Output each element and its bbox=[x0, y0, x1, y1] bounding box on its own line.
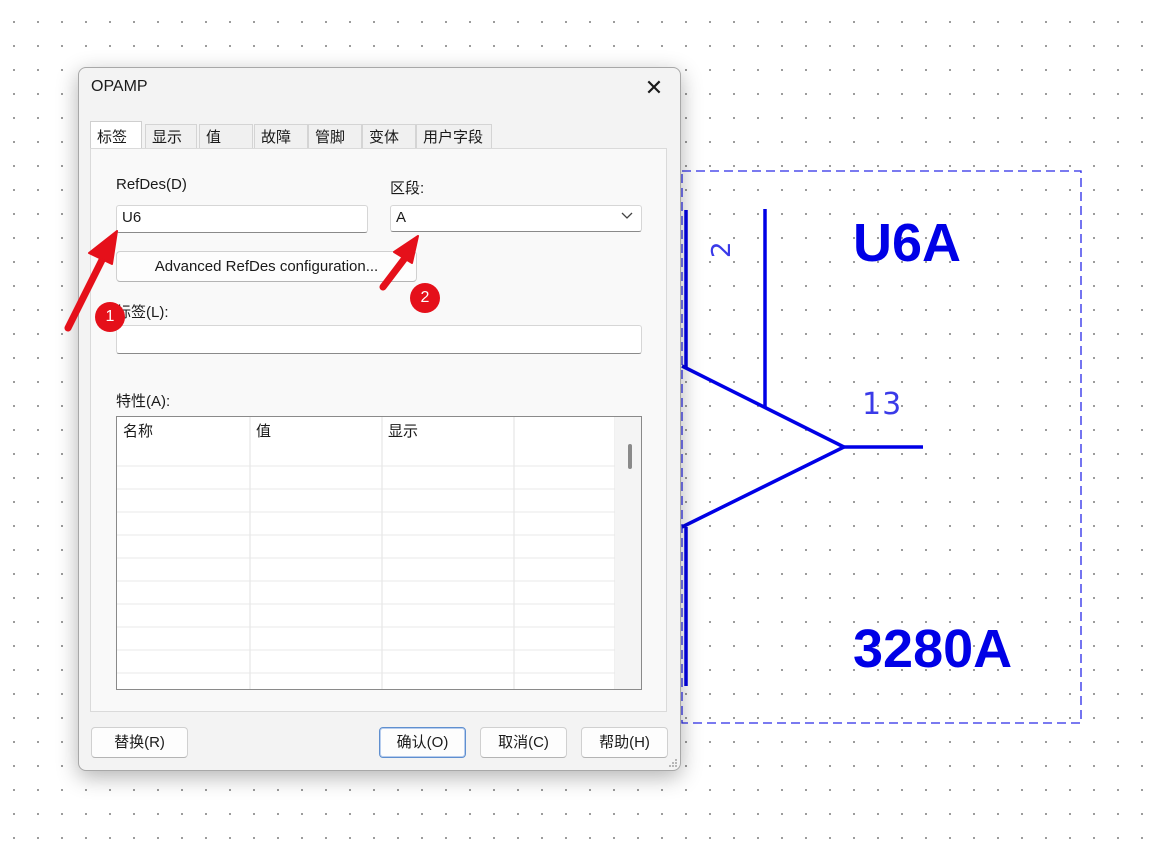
arrow-icon-2 bbox=[379, 235, 419, 291]
annotation-badge-2: 2 bbox=[410, 283, 440, 313]
annotation-overlay bbox=[64, 230, 419, 332]
annotation-badge-1: 1 bbox=[95, 302, 125, 332]
